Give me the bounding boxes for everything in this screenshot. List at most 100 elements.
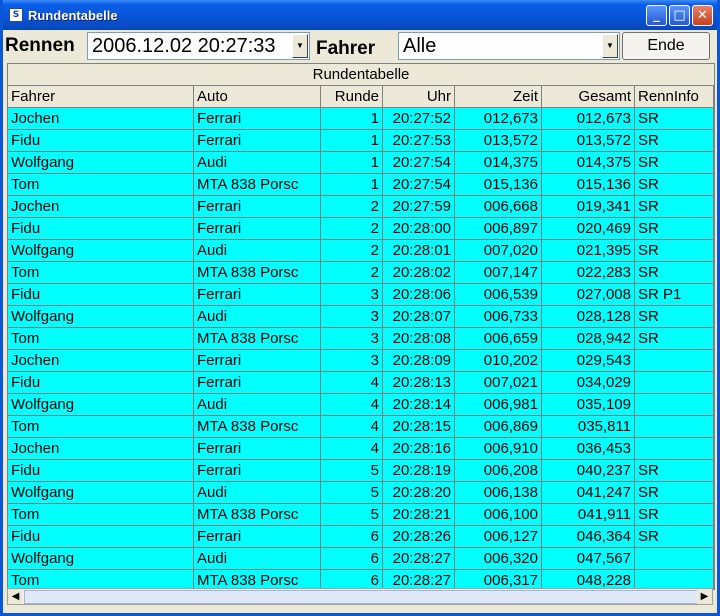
column-header-auto[interactable]: Auto	[194, 86, 321, 107]
cell-renninfo: SR	[635, 262, 714, 283]
cell-gesamt: 013,572	[542, 130, 635, 151]
cell-renninfo: SR P1	[635, 284, 714, 305]
table-row[interactable]: Fidu Ferrari 2 20:28:00 006,897 020,469 SR	[8, 218, 714, 240]
ende-button[interactable]: Ende	[622, 32, 710, 60]
cell-gesamt: 021,395	[542, 240, 635, 261]
table-row[interactable]: Wolfgang Audi 2 20:28:01 007,020 021,395 SR	[8, 240, 714, 262]
cell-gesamt: 020,469	[542, 218, 635, 239]
rennen-select[interactable]: 2006.12.02 20:27:33 ▼	[87, 32, 310, 60]
cell-fahrer: Jochen	[8, 438, 194, 459]
cell-renninfo: SR	[635, 328, 714, 349]
table-row[interactable]: Fidu Ferrari 5 20:28:19 006,208 040,237 SR	[8, 460, 714, 482]
cell-fahrer: Tom	[8, 504, 194, 525]
cell-fahrer: Fidu	[8, 526, 194, 547]
dropdown-arrow-icon[interactable]: ▼	[602, 34, 618, 58]
cell-uhr: 20:28:26	[383, 526, 455, 547]
cell-gesamt: 015,136	[542, 174, 635, 195]
scroll-left-icon[interactable]: ◀	[8, 589, 23, 604]
column-header-zeit[interactable]: Zeit	[455, 86, 542, 107]
maximize-button[interactable]: □	[669, 5, 690, 26]
cell-uhr: 20:27:53	[383, 130, 455, 151]
cell-runde: 3	[321, 328, 383, 349]
table-row[interactable]: Tom MTA 838 Porsc 5 20:28:21 006,100 041,911 S…	[8, 504, 714, 526]
table-caption: Rundentabelle	[8, 64, 714, 86]
cell-fahrer: Wolfgang	[8, 482, 194, 503]
cell-zeit: 015,136	[455, 174, 542, 195]
table-row[interactable]: Jochen Ferrari 3 20:28:09 010,202 029,543	[8, 350, 714, 372]
cell-renninfo: SR	[635, 130, 714, 151]
table-row[interactable]: Fidu Ferrari 6 20:28:26 006,127 046,364 SR	[8, 526, 714, 548]
horizontal-scrollbar[interactable]: ◀ ▶	[7, 588, 713, 605]
table-row[interactable]: Jochen Ferrari 2 20:27:59 006,668 019,341 SR	[8, 196, 714, 218]
cell-zeit: 006,539	[455, 284, 542, 305]
table-row[interactable]: Fidu Ferrari 1 20:27:53 013,572 013,572 SR	[8, 130, 714, 152]
cell-runde: 1	[321, 152, 383, 173]
cell-zeit: 014,375	[455, 152, 542, 173]
cell-renninfo	[635, 548, 714, 569]
scroll-thumb[interactable]	[24, 590, 698, 604]
cell-auto: Audi	[194, 306, 321, 327]
cell-runde: 1	[321, 130, 383, 151]
table-row[interactable]: Wolfgang Audi 4 20:28:14 006,981 035,109	[8, 394, 714, 416]
cell-runde: 4	[321, 394, 383, 415]
table-row[interactable]: Wolfgang Audi 1 20:27:54 014,375 014,375 SR	[8, 152, 714, 174]
cell-auto: Ferrari	[194, 372, 321, 393]
cell-runde: 5	[321, 482, 383, 503]
lap-table[interactable]: Rundentabelle Fahrer Auto Runde Uhr Zeit Gesa…	[7, 63, 715, 590]
cell-renninfo	[635, 438, 714, 459]
cell-zeit: 006,897	[455, 218, 542, 239]
cell-auto: MTA 838 Porsc	[194, 174, 321, 195]
table-row[interactable]: Wolfgang Audi 3 20:28:07 006,733 028,128 SR	[8, 306, 714, 328]
dropdown-arrow-icon[interactable]: ▼	[292, 34, 308, 58]
cell-runde: 4	[321, 416, 383, 437]
cell-zeit: 006,869	[455, 416, 542, 437]
table-row[interactable]: Tom MTA 838 Porsc 1 20:27:54 015,136 015,136 S…	[8, 174, 714, 196]
cell-gesamt: 022,283	[542, 262, 635, 283]
cell-fahrer: Wolfgang	[8, 240, 194, 261]
cell-uhr: 20:28:13	[383, 372, 455, 393]
cell-uhr: 20:28:01	[383, 240, 455, 261]
cell-runde: 2	[321, 218, 383, 239]
table-row[interactable]: Wolfgang Audi 6 20:28:27 006,320 047,567	[8, 548, 714, 570]
cell-uhr: 20:28:27	[383, 548, 455, 569]
cell-auto: Audi	[194, 152, 321, 173]
cell-gesamt: 035,811	[542, 416, 635, 437]
table-row[interactable]: Tom MTA 838 Porsc 3 20:28:08 006,659 028,942 S…	[8, 328, 714, 350]
table-row[interactable]: Tom MTA 838 Porsc 2 20:28:02 007,147 022,283 S…	[8, 262, 714, 284]
cell-fahrer: Fidu	[8, 218, 194, 239]
cell-fahrer: Tom	[8, 262, 194, 283]
table-row[interactable]: Jochen Ferrari 1 20:27:52 012,673 012,673 SR	[8, 108, 714, 130]
cell-zeit: 006,659	[455, 328, 542, 349]
cell-uhr: 20:27:52	[383, 108, 455, 129]
table-row[interactable]: Fidu Ferrari 4 20:28:13 007,021 034,029	[8, 372, 714, 394]
rennen-label: Rennen	[5, 35, 75, 56]
scroll-right-icon[interactable]: ▶	[697, 589, 712, 604]
close-button[interactable]: ✕	[692, 5, 713, 26]
cell-fahrer: Fidu	[8, 284, 194, 305]
column-header-renninfo[interactable]: RennInfo	[635, 86, 714, 107]
table-row[interactable]: Tom MTA 838 Porsc 4 20:28:15 006,869 035,811	[8, 416, 714, 438]
cell-auto: MTA 838 Porsc	[194, 328, 321, 349]
column-header-fahrer[interactable]: Fahrer	[8, 86, 194, 107]
title-bar[interactable]: S Rundentabelle _ □ ✕	[3, 0, 717, 30]
cell-runde: 3	[321, 350, 383, 371]
minimize-icon: _	[653, 8, 660, 23]
column-header-runde[interactable]: Runde	[321, 86, 383, 107]
cell-gesamt: 014,375	[542, 152, 635, 173]
minimize-button[interactable]: _	[646, 5, 667, 26]
cell-runde: 5	[321, 504, 383, 525]
table-row[interactable]: Wolfgang Audi 5 20:28:20 006,138 041,247 SR	[8, 482, 714, 504]
column-header-gesamt[interactable]: Gesamt	[542, 86, 635, 107]
cell-gesamt: 035,109	[542, 394, 635, 415]
cell-auto: Ferrari	[194, 526, 321, 547]
cell-gesamt: 034,029	[542, 372, 635, 393]
cell-uhr: 20:28:02	[383, 262, 455, 283]
column-header-uhr[interactable]: Uhr	[383, 86, 455, 107]
table-row[interactable]: Fidu Ferrari 3 20:28:06 006,539 027,008 SR P1	[8, 284, 714, 306]
table-row[interactable]: Tom MTA 838 Porsc 6 20:28:27 006,317 048,228	[8, 570, 714, 589]
fahrer-select[interactable]: Alle ▼	[398, 32, 620, 60]
cell-uhr: 20:28:15	[383, 416, 455, 437]
cell-renninfo: SR	[635, 240, 714, 261]
cell-fahrer: Tom	[8, 416, 194, 437]
table-row[interactable]: Jochen Ferrari 4 20:28:16 006,910 036,453	[8, 438, 714, 460]
